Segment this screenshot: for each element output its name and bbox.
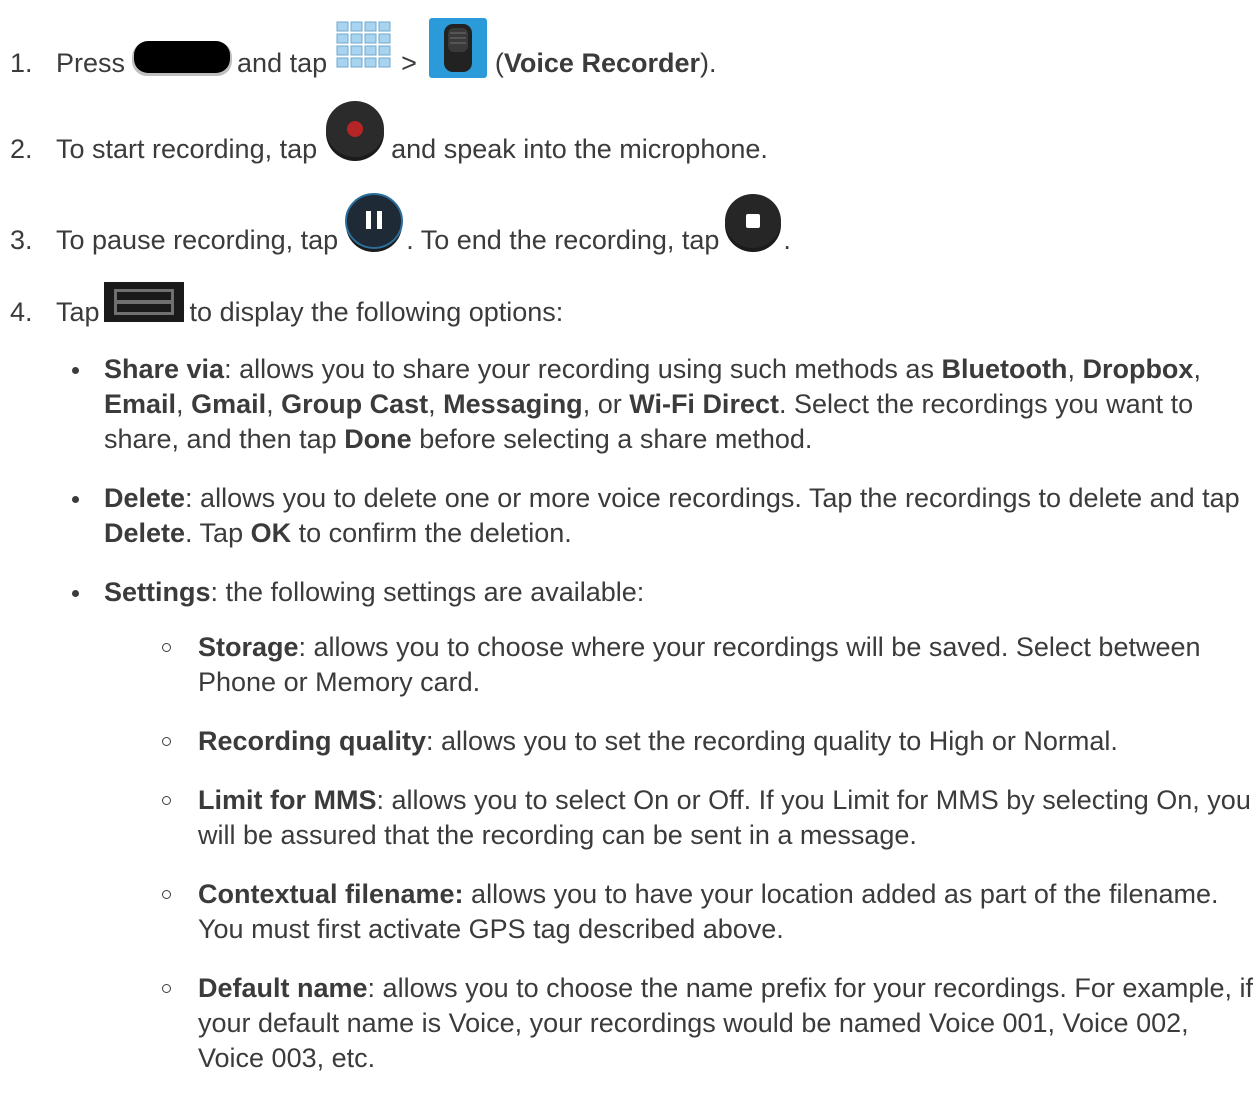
- setting-storage: Storage: allows you to choose where your…: [150, 630, 1253, 700]
- option-share-via: Share via: allows you to share your reco…: [58, 352, 1253, 457]
- record-icon: [325, 100, 385, 170]
- step-text: (: [494, 48, 504, 78]
- step-text: ).: [700, 48, 717, 78]
- option-settings: Settings: the following settings are ava…: [58, 575, 1253, 1076]
- option-delete: Delete: allows you to delete one or more…: [58, 481, 1253, 551]
- step-text: >: [401, 48, 417, 78]
- menu-key-icon: [103, 282, 184, 330]
- step-text: Tap: [56, 297, 100, 327]
- step-text: To start recording, tap: [56, 134, 318, 164]
- setting-contextual-filename: Contextual filename: allows you to have …: [150, 877, 1253, 947]
- home-key-icon: [131, 38, 233, 88]
- options-list: Share via: allows you to share your reco…: [58, 352, 1253, 1100]
- apps-grid-icon: [333, 18, 395, 82]
- setting-default-name: Default name: allows you to choose the n…: [150, 971, 1253, 1076]
- setting-limit-for-mms: Limit for MMS: allows you to select On o…: [150, 783, 1253, 853]
- step-2: 2. To start recording, tap and speak int…: [10, 101, 768, 170]
- step-text: Press: [56, 48, 126, 78]
- step-text: and speak into the microphone.: [391, 134, 768, 164]
- step-text: To pause recording, tap: [56, 225, 339, 255]
- step-4: 4. Tap to display the following options:: [10, 282, 564, 330]
- step-number: 3.: [10, 225, 33, 255]
- step-text: . To end the recording, tap: [406, 225, 720, 255]
- step-3: 3. To pause recording, tap . To end the …: [10, 193, 791, 261]
- step-number: 1.: [10, 48, 33, 78]
- settings-list: Storage: allows you to choose where your…: [150, 630, 1253, 1076]
- step-text: .: [783, 225, 791, 255]
- pause-icon: [344, 193, 404, 261]
- stop-icon: [723, 193, 783, 261]
- step-number: 4.: [10, 297, 33, 327]
- voice-recorder-app-icon: [428, 18, 487, 86]
- step-text: and tap: [237, 48, 328, 78]
- step-text: to display the following options:: [189, 297, 564, 327]
- setting-recording-quality: Recording quality: allows you to set the…: [150, 724, 1253, 759]
- step-1: 1. Press and tap > (Voice Recorder).: [10, 18, 717, 88]
- step-number: 2.: [10, 134, 33, 164]
- app-name: Voice Recorder: [503, 48, 700, 78]
